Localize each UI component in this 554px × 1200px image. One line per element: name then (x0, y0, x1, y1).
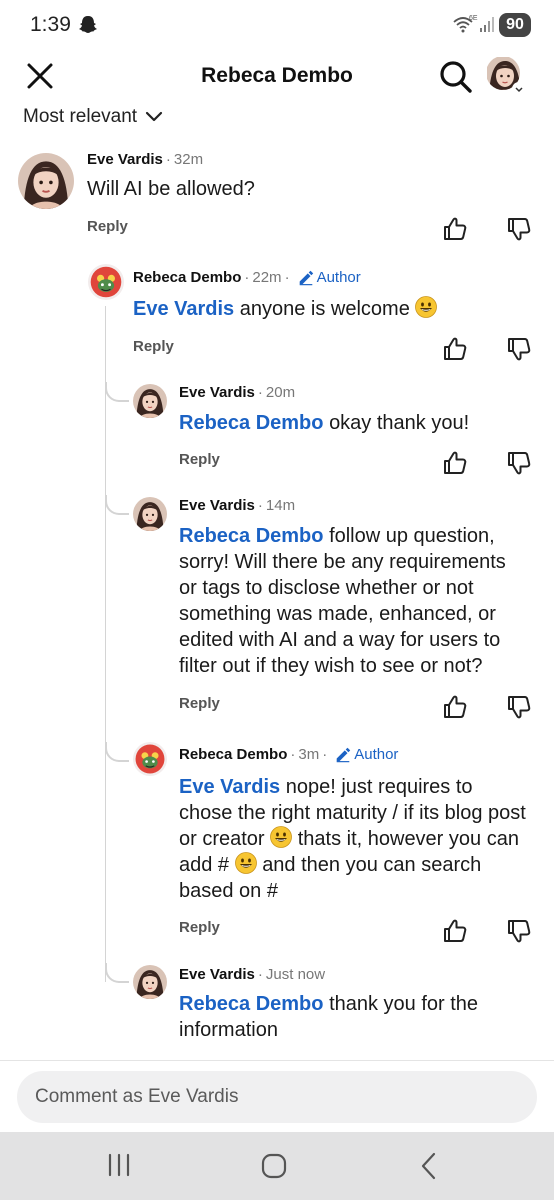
battery-indicator: 90 (499, 13, 531, 37)
wifi-icon: 6E (453, 15, 478, 33)
smile-emoji-icon (234, 852, 257, 874)
thread-connector (105, 382, 129, 402)
thumbs-down-icon[interactable] (506, 216, 532, 242)
comment-text-body: follow up question, sorry! Will there be… (179, 525, 506, 677)
comment-header: Eve Vardis · 20m (179, 384, 295, 401)
comment-text-body: okay thank you! (329, 412, 470, 434)
thumbs-down-icon[interactable] (506, 694, 532, 720)
snapchat-ghost-icon (79, 16, 97, 33)
comment-composer-bar (0, 1060, 554, 1132)
svg-text:6E: 6E (469, 15, 478, 22)
comment-header: Eve Vardis · 32m (87, 151, 203, 168)
comment-author[interactable]: Eve Vardis (179, 497, 255, 514)
comment-time: 32m (173, 151, 204, 168)
thread-line (105, 306, 106, 982)
separator-dot: · (257, 384, 263, 401)
status-time: 1:39 (30, 13, 71, 36)
avatar[interactable] (133, 384, 167, 418)
avatar[interactable] (133, 742, 167, 776)
thread-connector (105, 742, 129, 762)
separator-dot: · (244, 268, 250, 286)
sort-label: Most relevant (23, 106, 138, 127)
reply-button[interactable]: Reply (179, 919, 220, 936)
reply-button[interactable]: Reply (87, 218, 128, 235)
comment-time: 3m (298, 745, 320, 763)
thumbs-down-icon[interactable] (506, 918, 532, 944)
avatar (486, 56, 526, 96)
avatar[interactable] (133, 497, 167, 531)
thumbs-down-icon[interactable] (506, 450, 532, 476)
comment-author[interactable]: Eve Vardis (179, 966, 255, 983)
reply-button[interactable]: Reply (133, 338, 174, 355)
author-badge: Author (334, 745, 398, 763)
comment-text: Eve Vardis anyone is welcome (133, 296, 523, 322)
thumbs-up-icon[interactable] (442, 918, 468, 944)
avatar[interactable] (88, 264, 124, 300)
separator-dot: · (284, 268, 290, 286)
comment-text: Will AI be allowed? (87, 178, 255, 200)
thumbs-down-icon[interactable] (506, 336, 532, 362)
comment-author[interactable]: Eve Vardis (87, 151, 163, 168)
search-icon[interactable] (437, 58, 473, 94)
comment-time: 14m (265, 497, 296, 514)
thumbs-up-icon[interactable] (442, 694, 468, 720)
sort-dropdown[interactable]: Most relevant (23, 104, 163, 130)
mention-link[interactable]: Eve Vardis (179, 776, 280, 798)
comment-time: 20m (265, 384, 296, 401)
avatar[interactable] (18, 153, 74, 209)
comment-input[interactable] (17, 1071, 537, 1123)
comment-author[interactable]: Rebeca Dembo (133, 269, 241, 286)
mention-link[interactable]: Rebeca Dembo (179, 525, 324, 547)
status-bar: 1:39 6E 90 (0, 0, 554, 52)
mention-link[interactable]: Eve Vardis (133, 298, 234, 320)
smile-emoji-icon (415, 296, 438, 318)
separator-dot: · (322, 745, 328, 763)
close-icon[interactable] (22, 62, 58, 92)
comment-time: Just now (265, 966, 326, 983)
separator-dot: · (257, 966, 263, 983)
thread-connector (105, 495, 129, 515)
comment-text: Eve Vardis nope! just requires to chose … (179, 774, 529, 904)
reply-button[interactable]: Reply (179, 695, 220, 712)
author-badge-label: Author (354, 745, 399, 763)
thread-connector (105, 963, 129, 983)
comment-author[interactable]: Rebeca Dembo (179, 746, 287, 763)
avatar[interactable] (133, 965, 167, 999)
recent-apps-icon[interactable] (104, 1152, 134, 1178)
comment-author[interactable]: Eve Vardis (179, 384, 255, 401)
signal-icon (480, 17, 494, 32)
comment-header: Eve Vardis · 14m (179, 497, 295, 514)
system-nav-bar (0, 1132, 554, 1200)
separator-dot: · (290, 745, 296, 763)
comment-text: Rebeca Dembo thank you for the informati… (179, 991, 529, 1043)
comment-header: Rebeca Dembo · 3m · Author (179, 745, 398, 763)
comment-text-body: anyone is welcome (239, 298, 410, 320)
thumbs-up-icon[interactable] (442, 216, 468, 242)
mention-link[interactable]: Rebeca Dembo (179, 412, 324, 434)
comment-time: 22m (252, 268, 282, 286)
chevron-down-icon (145, 111, 163, 122)
author-badge-label: Author (316, 268, 361, 286)
thumbs-up-icon[interactable] (442, 450, 468, 476)
comment-header: Eve Vardis · Just now (179, 966, 325, 983)
reply-button[interactable]: Reply (179, 451, 220, 468)
author-badge: Author (297, 268, 361, 286)
mention-link[interactable]: Rebeca Dembo (179, 993, 324, 1015)
pencil-icon (336, 747, 352, 763)
smile-emoji-icon (270, 826, 293, 848)
comment-header: Rebeca Dembo · 22m · Author (133, 268, 361, 286)
comment-text: Rebeca Dembo follow up question, sorry! … (179, 523, 529, 679)
separator-dot: · (257, 497, 263, 514)
pencil-icon (298, 270, 314, 286)
comment-text: Rebeca Dembo okay thank you! (179, 410, 529, 436)
profile-avatar-button[interactable] (486, 56, 527, 97)
home-icon[interactable] (259, 1151, 289, 1181)
back-icon[interactable] (416, 1151, 440, 1181)
app-header: Rebeca Dembo (0, 52, 554, 102)
separator-dot: · (165, 151, 171, 168)
thumbs-up-icon[interactable] (442, 336, 468, 362)
